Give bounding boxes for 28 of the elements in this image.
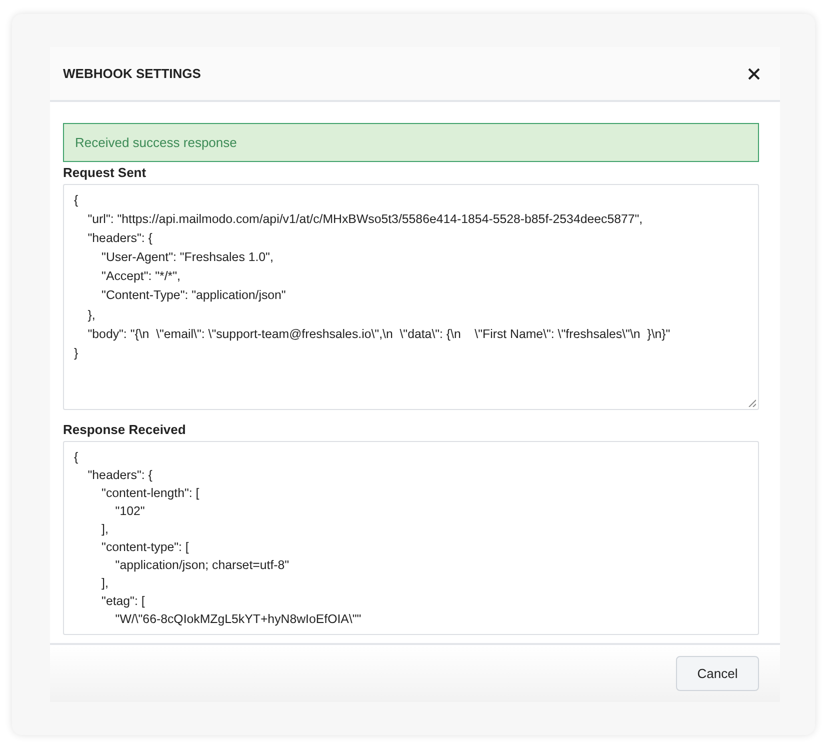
code-line: "body": "{\n \"email\": \"support-team@freshsales.io\",\n \"data\": {\n \"First Name\": \"freshsales\"\n }\n}" — [86, 326, 672, 343]
code-line: { — [74, 192, 80, 209]
code-line: "102" — [114, 503, 146, 520]
code-line: "headers": { — [86, 467, 154, 484]
code-line: ], — [100, 521, 110, 538]
section-label: Response Received — [63, 422, 187, 437]
response-textarea[interactable]: { "headers": { "content-length": [ "102" ], "content-type": [ "application/json; charset=utf-8" ], "etag": [ "W/\"66-8cQIokMZgL5kYT+hyN8wIoEfOIA\"" — [63, 441, 759, 635]
code-line: "headers": { — [86, 230, 154, 248]
success-alert: Received success response — [63, 123, 759, 162]
code-line: "Accept": "*/*", — [100, 268, 182, 286]
section-label: Request Sent — [63, 165, 148, 180]
code-line: "content-type": [ — [100, 539, 190, 556]
code-line: "etag": [ — [100, 593, 146, 610]
close-icon[interactable] — [748, 68, 760, 80]
cancel-button[interactable]: Cancel — [676, 656, 759, 691]
code-line: "User-Agent": "Freshsales 1.0", — [100, 249, 274, 266]
code-line: } — [74, 344, 80, 362]
code-line: "content-length": [ — [100, 485, 200, 502]
code-line: "W/\"66-8cQIokMZgL5kYT+hyN8wIoEfOIA\"" — [114, 611, 362, 628]
modal-title: WEBHOOK SETTINGS — [63, 66, 201, 81]
code-line: { — [74, 449, 80, 466]
code-line: "Content-Type": "application/json" — [100, 287, 287, 304]
code-line: ], — [100, 575, 110, 592]
request-textarea[interactable] — [63, 184, 759, 410]
code-line: "url": "https://api.mailmodo.com/api/v1/at/c/MHxBWso5t3/5586e414-1854-5528-b85f-2534deec5877", — [86, 211, 644, 228]
resize-grip-icon[interactable] — [748, 399, 756, 407]
code-line: }, — [86, 306, 96, 324]
code-line: "application/json; charset=utf-8" — [114, 557, 290, 574]
